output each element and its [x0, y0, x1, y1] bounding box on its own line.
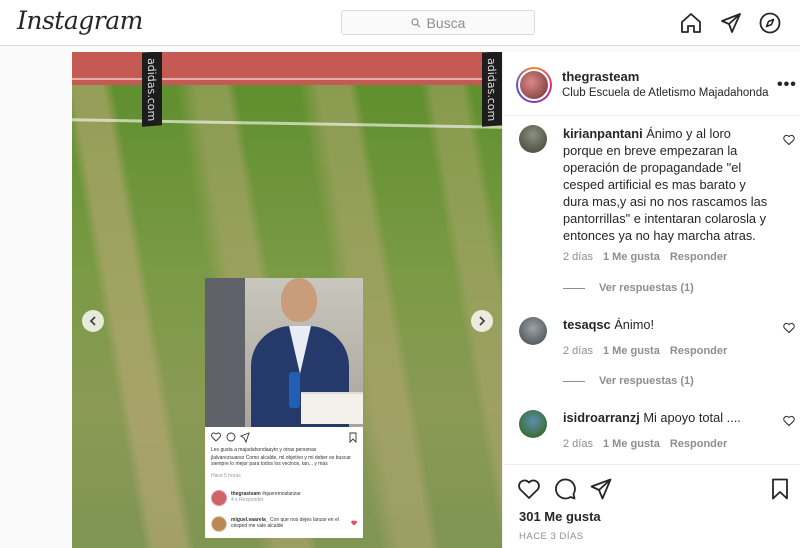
- more-options-button[interactable]: •••: [777, 76, 797, 94]
- avatar[interactable]: [519, 317, 547, 345]
- inset-likes: Les gusta a majadahondaayto y otras pers…: [211, 447, 317, 453]
- embedded-screenshot: Les gusta a majadahondaayto y otras pers…: [205, 278, 363, 538]
- comment-age: 2 días: [563, 438, 593, 450]
- search-icon: [410, 17, 420, 27]
- comment-username[interactable]: kirianpantani: [563, 126, 643, 141]
- post-modal: adidas.com adidas.com Les gusta a majada…: [72, 52, 800, 548]
- instagram-logo[interactable]: Instagram: [17, 6, 143, 35]
- search-placeholder: Busca: [426, 14, 466, 31]
- comment-body: Ánimo y al loro porque en breve empezara…: [563, 126, 768, 243]
- comment-username[interactable]: tesaqsc: [563, 317, 611, 332]
- comment-meta: 2 días 1 Me gusta Responder: [563, 251, 737, 263]
- post-timestamp: HACE 3 DÍAS: [519, 531, 584, 542]
- comment-meta: 2 días 1 Me gusta Responder: [563, 345, 737, 357]
- comment-body: Mi apoyo total ....: [643, 410, 741, 425]
- inset-comment: thegrasteam #queremoslanzar 4 s Responder: [209, 488, 359, 510]
- comment-age: 2 días: [563, 251, 593, 263]
- chevron-left-icon: [89, 316, 96, 326]
- comment-text: isidroarranzj Mi apoyo total ....: [563, 409, 773, 426]
- inset-time: Hace 5 horas: [211, 473, 241, 479]
- view-replies-label: Ver respuestas (1): [599, 282, 694, 294]
- post-location[interactable]: Club Escuela de Atletismo Majadahonda: [562, 87, 769, 99]
- post-likes-count[interactable]: 301 Me gusta: [519, 509, 601, 524]
- comment-age: 2 días: [563, 345, 593, 357]
- chevron-right-icon: [479, 316, 486, 326]
- like-comment-heart-icon[interactable]: [783, 322, 795, 334]
- comment-bubble-icon[interactable]: [553, 477, 577, 501]
- view-replies-button[interactable]: Ver respuestas (1): [563, 375, 694, 387]
- search-input[interactable]: Busca: [341, 10, 535, 35]
- post-header: thegrasteam Club Escuela de Atletismo Ma…: [503, 52, 800, 116]
- reply-button[interactable]: Responder: [670, 345, 727, 357]
- inset-comment: miguel.vaarela_ Con que nos dejes lanzar…: [209, 514, 359, 536]
- avatar: [211, 516, 227, 532]
- goalpost-pad-right: adidas.com: [482, 52, 502, 127]
- comments-list: kirianpantani Ánimo y al loro porque en …: [503, 117, 800, 464]
- running-track: [72, 52, 502, 85]
- next-arrow-button[interactable]: [471, 310, 493, 332]
- comment-likes[interactable]: 1 Me gusta: [603, 438, 660, 450]
- heart-icon: [351, 520, 357, 526]
- post-actions: 301 Me gusta HACE 3 DÍAS: [503, 464, 800, 548]
- inset-comment-meta: 4 s Responder: [231, 497, 264, 503]
- flag-text-right: adidas.com: [485, 57, 498, 122]
- avatar[interactable]: [519, 125, 547, 153]
- view-replies-button[interactable]: Ver respuestas (1): [563, 282, 694, 294]
- comment-likes[interactable]: 1 Me gusta: [603, 345, 660, 357]
- mayor-photo: [205, 278, 363, 427]
- explore-icon[interactable]: [758, 11, 782, 35]
- profile-avatar[interactable]: [516, 67, 552, 103]
- inset-action-icons: [211, 432, 357, 443]
- home-icon[interactable]: [679, 11, 703, 35]
- comment-username[interactable]: isidroarranzj: [563, 410, 640, 425]
- like-comment-heart-icon[interactable]: [783, 134, 795, 146]
- reply-button[interactable]: Responder: [670, 438, 727, 450]
- flag-text-left: adidas.com: [145, 57, 158, 122]
- comment-body: Ánimo!: [614, 317, 655, 332]
- share-direct-icon[interactable]: [589, 477, 613, 501]
- like-comment-heart-icon[interactable]: [783, 415, 795, 427]
- reply-button[interactable]: Responder: [670, 251, 727, 263]
- comment-likes[interactable]: 1 Me gusta: [603, 251, 660, 263]
- post-sidebar: thegrasteam Club Escuela de Atletismo Ma…: [502, 52, 800, 548]
- previous-arrow-button[interactable]: [82, 310, 104, 332]
- avatar: [211, 490, 227, 506]
- goalpost-pad-left: adidas.com: [142, 52, 162, 127]
- post-username[interactable]: thegrasteam: [562, 69, 639, 84]
- direct-icon[interactable]: [719, 11, 743, 35]
- avatar[interactable]: [519, 410, 547, 438]
- like-heart-icon[interactable]: [517, 477, 541, 501]
- view-replies-label: Ver respuestas (1): [599, 375, 694, 387]
- inset-comment-text: #queremoslanzar: [262, 491, 301, 497]
- post-media: adidas.com adidas.com Les gusta a majada…: [72, 52, 502, 548]
- comment-text: kirianpantani Ánimo y al loro porque en …: [563, 125, 773, 244]
- comment-text: tesaqsc Ánimo!: [563, 316, 773, 333]
- top-navigation-bar: Instagram Busca: [0, 0, 800, 46]
- inset-caption: jlalvarezsuarez Como alcalde, mi objetiv…: [211, 455, 351, 467]
- save-bookmark-icon[interactable]: [768, 477, 792, 501]
- comment-meta: 2 días 1 Me gusta Responder: [563, 438, 737, 450]
